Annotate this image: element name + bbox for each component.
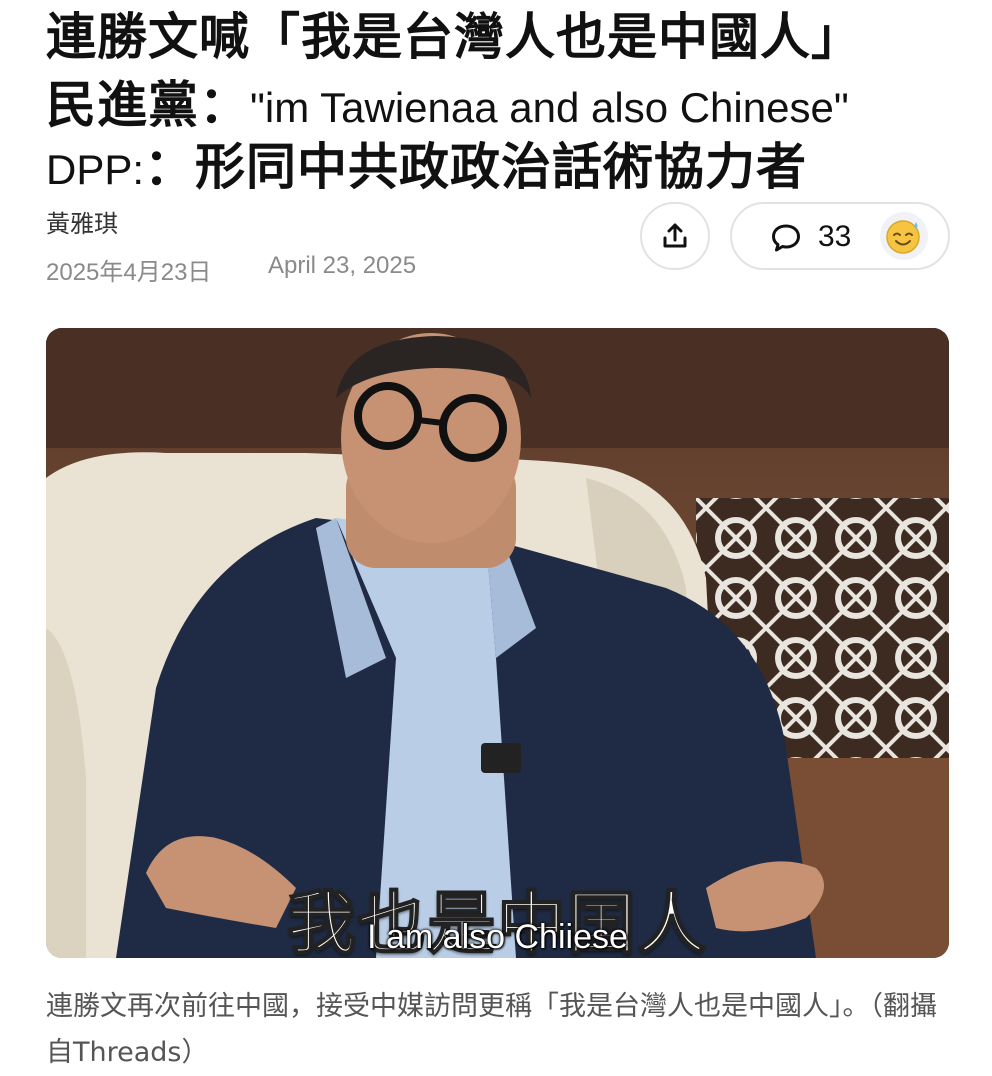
article-photo[interactable]: 我也是中国人 I am also Chiiese — [46, 328, 949, 958]
headline-line-2-chinese: 民進黨： — [46, 76, 250, 134]
share-upload-icon — [663, 223, 687, 248]
interview-scene-image — [46, 328, 949, 958]
video-subtitle-english: I am also Chiiese — [367, 918, 628, 956]
publish-date-chinese: 2025年4月23日 — [46, 259, 212, 286]
author-name[interactable]: 黃雅琪 — [46, 204, 118, 239]
share-button[interactable] — [640, 202, 710, 270]
sweat-smile-emoji-icon — [886, 220, 920, 254]
comments-button[interactable]: 33 — [730, 202, 950, 270]
comment-bubble-icon — [772, 224, 800, 252]
headline-line-1: 連勝文喊「我是台灣人也是中國人」 — [46, 8, 862, 66]
comment-count: 33 — [818, 220, 852, 253]
headline-line-3-english: DPP: — [46, 146, 145, 193]
headline-line-2-english: "im Tawienaa and also Chinese" — [250, 84, 849, 131]
photo-caption: 連勝文再次前往中國，接受中媒訪問更稱「我是台灣人也是中國人」。（翻攝自Threa… — [46, 991, 937, 1068]
headline-line-3: DPP:：形同中共政政治話術協力者 — [46, 142, 807, 192]
publish-date-english: April 23, 2025 — [268, 252, 417, 279]
headline-line-3-chinese: ：形同中共政政治話術協力者 — [144, 138, 808, 196]
headline-line-2: 民進黨："im Tawienaa and also Chinese" — [46, 80, 849, 130]
reaction-button[interactable] — [880, 212, 928, 260]
